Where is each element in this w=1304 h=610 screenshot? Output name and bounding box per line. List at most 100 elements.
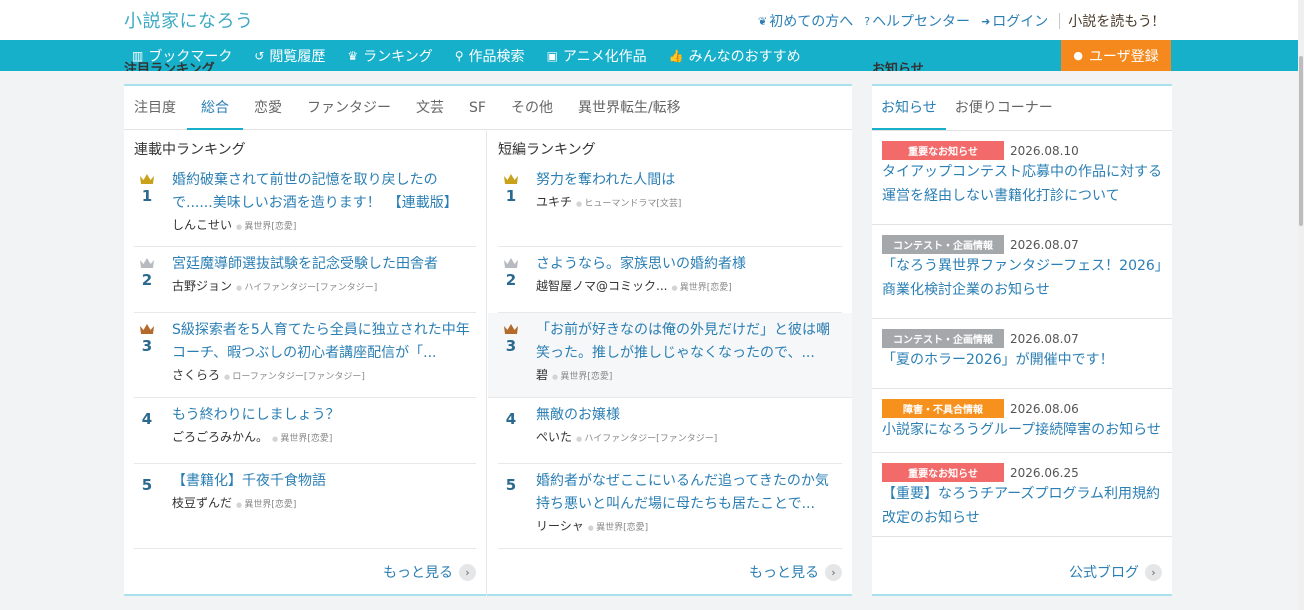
ranking-row-body: 【書籍化】千夜千食物語枝豆ずんだ異世界[恋愛] (172, 464, 476, 511)
news-item: 重要なお知らせ 2026.06.25 【重要】なろうチアーズプログラム利用規約改定の… (872, 453, 1172, 537)
crown-icon (140, 258, 154, 268)
rank-number: 1 (141, 187, 153, 205)
tab-overall[interactable]: 総合 (187, 86, 243, 130)
nav-ranking[interactable]: ♛ ランキング (347, 46, 432, 66)
leaf-icon: ❦ (758, 14, 768, 28)
author-link[interactable]: リーシャ (536, 519, 584, 533)
serial-more-link[interactable]: もっと見る › (383, 562, 476, 582)
author-link[interactable]: さくらろ (172, 368, 220, 382)
tab-fantasy[interactable]: ファンタジー (307, 86, 391, 130)
novel-title-link[interactable]: 宮廷魔導師選抜試験を記念受験した田舎者 (172, 256, 438, 272)
ranking-row: 4 無敵のお嬢様ぺいたハイファンタジー[ファンタジー] (498, 398, 842, 464)
ranking-row: 3 S級探索者を5人育てたら全員に独立された中年コーチ、暇つぶしの初心者講座配信が… (134, 313, 476, 398)
news-item-header: 障害・不具合情報 2026.08.06 (882, 399, 1162, 418)
rank-number: 1 (505, 187, 517, 205)
genre-label: 異世界[恋愛] (236, 500, 296, 510)
news-category-badge: 重要なお知らせ (882, 463, 1004, 482)
author-link[interactable]: 越智屋ノマ@コミック... (536, 279, 667, 293)
novel-title-link[interactable]: 「お前が好きなのは俺の外見だけだ」と彼は嘲笑った。推しが推しじゃなくなったので、… (536, 322, 830, 361)
novel-title-link[interactable]: S級探索者を5人育てたら全員に独立された中年コーチ、暇つぶしの初心者講座配信が「… (172, 322, 470, 361)
genre-label: ローファンタジー[ファンタジー] (224, 372, 365, 382)
ranking-row: 5 婚約者がなぜここにいるんだ追ってきたのか気持ち悪いと叫んだ場に母たちも居たこと… (498, 464, 842, 549)
yomou-logo-link[interactable]: 小説を読もう! (1068, 11, 1157, 31)
news-item-header: コンテスト・企画情報 2026.08.07 (882, 329, 1162, 348)
novel-title-link[interactable]: 無敵のお嬢様 (536, 407, 620, 423)
news-date: 2026.08.10 (1010, 143, 1079, 158)
nav-history[interactable]: ↺ 閲覧履歴 (254, 46, 325, 66)
news-title-link[interactable]: 小説家になろうグループ接続障害のお知らせ (882, 422, 1161, 438)
news-title-link[interactable]: 「なろう異世界ファンタジーフェス！2026」商業化検討企業のお知らせ (882, 258, 1162, 298)
tv-icon: ▣ (546, 48, 558, 63)
tab-letters[interactable]: お便りコーナー (946, 86, 1062, 130)
genre-label: ハイファンタジー[ファンタジー] (236, 283, 377, 293)
novel-title-link[interactable]: もう終わりにしましょう？ (172, 407, 340, 423)
novel-meta: ごろごろみかん。異世界[恋愛] (172, 428, 476, 445)
nav-search[interactable]: ⚲ 作品検索 (455, 46, 525, 66)
first-time-link[interactable]: ❦ 初めての方へ (758, 11, 853, 31)
novel-title-link[interactable]: 【書籍化】千夜千食物語 (172, 473, 326, 489)
ranking-row-body: 「お前が好きなのは俺の外見だけだ」と彼は嘲笑った。推しが推しじゃなくなったので、… (536, 313, 842, 383)
register-button[interactable]: ● ユーザ登録 (1061, 40, 1171, 71)
news-date: 2026.08.07 (1010, 331, 1079, 346)
site-logo[interactable]: 小説家になろう (124, 7, 254, 33)
news-item: 重要なお知らせ 2026.08.10 タイアップコンテスト応募中の作品に対する運営を… (872, 131, 1172, 225)
novel-title-link[interactable]: さようなら。家族思いの婚約者様 (536, 256, 746, 272)
author-link[interactable]: 碧 (536, 368, 548, 382)
help-center-link[interactable]: ? ヘルプセンター (864, 11, 970, 31)
news-list: 重要なお知らせ 2026.08.10 タイアップコンテスト応募中の作品に対する運営を… (872, 131, 1172, 537)
author-link[interactable]: ぺいた (536, 430, 572, 444)
author-link[interactable]: ごろごろみかん。 (172, 430, 268, 444)
nav-recommend[interactable]: 👍 みんなのおすすめ (669, 46, 801, 66)
news-category-badge: 重要なお知らせ (882, 141, 1004, 160)
ranking-row: 1 努力を奪われた人間はユキチヒューマンドラマ[文芸] (498, 163, 842, 247)
news-date: 2026.08.07 (1010, 237, 1079, 252)
ranking-row: 2 さようなら。家族思いの婚約者様越智屋ノマ@コミック... 異世界[恋愛] (498, 247, 842, 313)
news-item-header: 重要なお知らせ 2026.08.10 (882, 141, 1162, 160)
news-item: コンテスト・企画情報 2026.08.07 「なろう異世界ファンタジーフェス！202… (872, 225, 1172, 319)
official-blog-link[interactable]: 公式ブログ › (1069, 562, 1162, 582)
news-category-badge: 障害・不具合情報 (882, 399, 1004, 418)
news-title-link[interactable]: 【重要】なろうチアーズプログラム利用規約改定のお知らせ (882, 486, 1160, 526)
novel-meta: ぺいたハイファンタジー[ファンタジー] (536, 428, 842, 445)
author-link[interactable]: しんこせい (172, 218, 232, 232)
novel-meta: リーシャ異世界[恋愛] (536, 517, 842, 534)
novel-title-link[interactable]: 婚約者がなぜここにいるんだ追ってきたのか気持ち悪いと叫んだ場に母たちも居たことで… (536, 473, 829, 512)
news-title-link[interactable]: 「夏のホラー2026」が開催中です！ (882, 352, 1114, 368)
genre-label: ハイファンタジー[ファンタジー] (576, 434, 717, 444)
history-icon: ↺ (254, 48, 265, 63)
ranking-row: 4 もう終わりにしましょう？ ごろごろみかん。異世界[恋愛] (134, 398, 476, 464)
news-date: 2026.06.25 (1010, 465, 1079, 480)
novel-meta: 古野ジョンハイファンタジー[ファンタジー] (172, 277, 476, 294)
rank-number: 4 (141, 410, 153, 428)
rank-marker: 4 (138, 410, 156, 428)
crown-icon: ♛ (347, 48, 359, 63)
novel-meta: さくらろローファンタジー[ファンタジー] (172, 366, 476, 383)
tab-sf[interactable]: SF (469, 86, 486, 130)
rank-marker: 5 (502, 476, 520, 494)
novel-meta: 碧異世界[恋愛] (536, 366, 842, 383)
nav-anime[interactable]: ▣ アニメ化作品 (547, 46, 647, 66)
genre-label: 異世界[恋愛] (236, 222, 296, 232)
header-divider (1059, 13, 1061, 29)
rank-marker: 5 (138, 476, 156, 494)
tab-isekai[interactable]: 異世界転生/転移 (578, 86, 681, 130)
rank-number: 3 (141, 337, 153, 355)
tab-attention[interactable]: 注目度 (134, 86, 176, 130)
login-link[interactable]: ➜ ログイン (981, 11, 1048, 31)
author-link[interactable]: 枝豆ずんだ (172, 496, 232, 510)
tab-other[interactable]: その他 (511, 86, 553, 130)
news-category-badge: コンテスト・企画情報 (882, 235, 1004, 254)
short-more-link[interactable]: もっと見る › (749, 562, 842, 582)
tab-news[interactable]: お知らせ (872, 86, 946, 130)
tab-literature[interactable]: 文芸 (416, 86, 444, 130)
ranking-row: 2 宮廷魔導師選抜試験を記念受験した田舎者古野ジョンハイファンタジー[ファンタジー… (134, 247, 476, 313)
tab-romance[interactable]: 恋愛 (254, 86, 282, 130)
novel-title-link[interactable]: 努力を奪われた人間は (536, 172, 675, 188)
rank-marker: 3 (502, 323, 520, 355)
ranking-section-title: 注目ランキング (124, 62, 215, 71)
author-link[interactable]: 古野ジョン (172, 279, 232, 293)
author-link[interactable]: ユキチ (536, 195, 572, 209)
scrollbar-thumb[interactable] (1299, 56, 1303, 226)
news-title-link[interactable]: タイアップコンテスト応募中の作品に対する運営を経由しない書籍化打診について (882, 164, 1162, 204)
novel-title-link[interactable]: 婚約破棄されて前世の記憶を取り戻したので......美味しいお酒を造ります！ 【… (172, 172, 458, 211)
